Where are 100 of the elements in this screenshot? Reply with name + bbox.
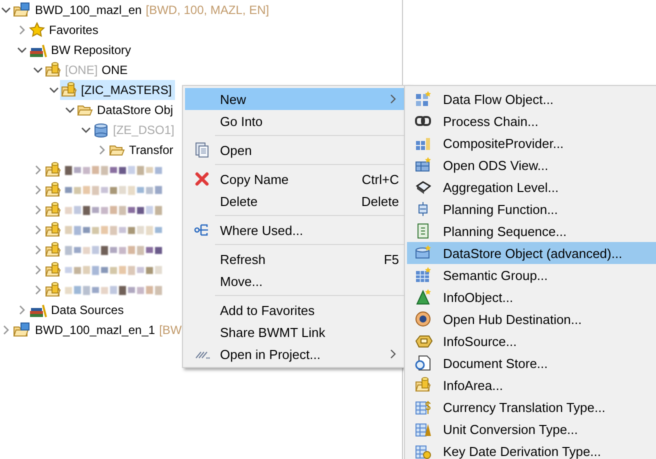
table-clock-icon (415, 443, 431, 459)
system-folder-icon (13, 322, 31, 338)
tree-item[interactable]: [ONE] ONE (44, 60, 131, 80)
menu-item[interactable]: Delete Delete (185, 190, 407, 212)
menu-item[interactable]: Key Date Derivation Type... (407, 440, 656, 459)
menu-item-label: Planning Sequence... (443, 224, 568, 238)
menu-item[interactable]: Go Into (185, 110, 407, 132)
tree-item-detail: [BW (159, 323, 182, 337)
database-icon (93, 122, 109, 138)
grid-icon (415, 267, 431, 283)
menu-item[interactable]: CompositeProvider... (407, 132, 656, 154)
menu-item[interactable]: Open (185, 139, 407, 161)
database-star-icon (415, 245, 431, 261)
folder-database-icon (45, 282, 61, 298)
menu-item-label: Currency Translation Type... (443, 400, 606, 414)
menu-item[interactable]: Data Flow Object... (407, 88, 656, 110)
menu-item[interactable]: Process Chain... (407, 110, 656, 132)
close-icon (194, 171, 210, 187)
menu-item-label: Copy Name (220, 172, 290, 186)
menu-item[interactable]: InfoObject... (407, 286, 656, 308)
menu-item[interactable]: Share BWMT Link (185, 321, 407, 343)
tree-item[interactable]: BWD_100_mazl_en [BWD, 100, MAZL, EN] (12, 0, 272, 20)
folder-database-icon (45, 242, 61, 258)
menu-item[interactable]: Planning Sequence... (407, 220, 656, 242)
folder-database-icon (45, 62, 61, 78)
menu-item[interactable]: Currency Translation Type... (407, 396, 656, 418)
tree-item[interactable]: BW Repository (28, 40, 134, 60)
menu-item-label: Add to Favorites (220, 302, 316, 318)
menu-item[interactable]: Planning Function... (407, 198, 656, 220)
menu-item-label: Open in Project... (220, 346, 322, 362)
menu-item[interactable]: Where Used... (185, 219, 407, 241)
folder-database-icon (61, 82, 77, 98)
tree-item[interactable]: [ZIC_MASTERS] (60, 80, 175, 100)
menu-item[interactable]: Document Store... (407, 352, 656, 374)
menu-item-label: Data Flow Object... (443, 92, 555, 106)
tree-item[interactable]: Transfor (108, 140, 176, 160)
tree-item-label: Transfor (129, 143, 174, 157)
books-icon (29, 302, 47, 318)
menu-item-label: New (220, 92, 248, 106)
folder-database-icon (45, 182, 61, 198)
cube-icon (415, 179, 431, 195)
flow-icon (194, 222, 210, 238)
menu-item-label: CompositeProvider... (443, 136, 565, 150)
tree-item-label: DataStore Obj (97, 103, 174, 117)
grid-star-icon (415, 135, 431, 151)
tree-item-label: [ZIC_MASTERS] (81, 83, 172, 97)
table-weight-icon (415, 421, 431, 437)
menu-item-label: DataStore Object (advanced)... (443, 246, 624, 260)
tree-item-label: Data Sources (51, 303, 124, 317)
tree-item-label: BWD_100_mazl_en (35, 3, 142, 17)
menu-item[interactable]: Refresh F5 (185, 248, 407, 270)
tree-item-prefix: [ZE_DSO1] (113, 123, 174, 137)
menu-item[interactable]: Move... (185, 270, 407, 292)
menu-item-label: Where Used... (220, 222, 304, 238)
menu-item-label: Delete (220, 194, 259, 208)
menu-item-label: Document Store... (443, 356, 549, 370)
shortcut-label: F5 (384, 252, 399, 266)
shortcut-label: Ctrl+C (362, 172, 399, 186)
tree-item-prefix: [ONE] (65, 63, 98, 77)
star-icon (29, 22, 45, 38)
menu-item-label: Open Hub Destination... (443, 312, 583, 326)
folder-database-icon (415, 377, 431, 393)
menu-item-label: Open (220, 142, 253, 158)
folder-database-icon (45, 222, 61, 238)
menu-item-label: Go Into (220, 114, 264, 128)
tree-item[interactable]: DataStore Obj (76, 100, 176, 120)
tree-item[interactable]: Favorites (28, 20, 102, 40)
tree-item[interactable]: BWD_100_mazl_en_1 [BW (12, 320, 185, 340)
folder-database-icon (45, 262, 61, 278)
menu-item[interactable]: Semantic Group... (407, 264, 656, 286)
books-icon (29, 42, 47, 58)
menu-item-label: Semantic Group... (443, 268, 549, 282)
menu-item[interactable]: Open Hub Destination... (407, 308, 656, 330)
menu-item[interactable]: InfoSource... (407, 330, 656, 352)
menu-item[interactable]: New (185, 88, 407, 110)
menu-item[interactable]: InfoArea... (407, 374, 656, 396)
folder-database-icon (45, 162, 61, 178)
menu-item[interactable]: Copy Name Ctrl+C (185, 168, 407, 190)
menu-item[interactable]: DataStore Object (advanced)... (407, 242, 656, 264)
system-folder-icon (13, 2, 31, 18)
menu-item[interactable]: Unit Conversion Type... (407, 418, 656, 440)
menu-item-label: Open ODS View... (443, 158, 550, 172)
menu-item[interactable]: Open ODS View... (407, 154, 656, 176)
triangle-icon (415, 289, 431, 305)
table-star-icon (415, 157, 431, 173)
tree-item-label: BWD_100_mazl_en_1 (35, 323, 156, 337)
sequence-icon (415, 223, 431, 239)
folder-database-icon (45, 202, 61, 218)
clipboard-icon (194, 142, 210, 158)
tree-item[interactable]: Data Sources (28, 300, 127, 320)
menu-item[interactable]: Aggregation Level... (407, 176, 656, 198)
shortcut-label: Delete (361, 194, 399, 208)
menu-item-label: Key Date Derivation Type... (443, 444, 602, 458)
chain-icon (415, 113, 431, 129)
menu-item-label: Process Chain... (443, 114, 540, 128)
menu-item-label: InfoObject... (443, 290, 514, 304)
menu-item[interactable]: Open in Project... (185, 343, 407, 365)
tree-item-detail: [BWD, 100, MAZL, EN] (146, 3, 270, 17)
menu-item[interactable]: Add to Favorites (185, 299, 407, 321)
document-search-icon (415, 355, 431, 371)
